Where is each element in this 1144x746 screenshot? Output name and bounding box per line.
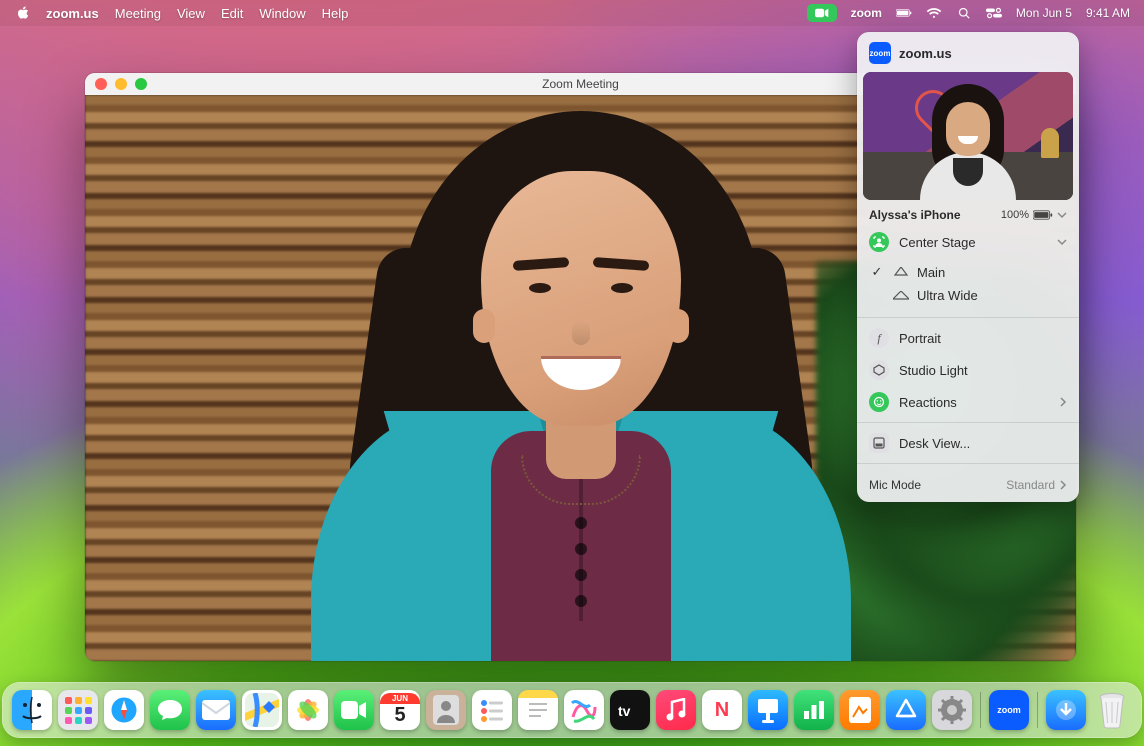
calendar-month-label: JUN bbox=[380, 693, 420, 704]
camera-option-main[interactable]: ✓ Main bbox=[869, 260, 1079, 284]
dock-photos[interactable] bbox=[288, 690, 328, 730]
desk-view-label: Desk View... bbox=[899, 436, 970, 451]
aperture-icon: f bbox=[869, 328, 889, 348]
camera-preview bbox=[863, 72, 1073, 200]
menu-view[interactable]: View bbox=[177, 6, 205, 21]
dock-notes[interactable] bbox=[518, 690, 558, 730]
main-participant-video bbox=[321, 101, 841, 661]
dock: JUN5 tv N zoom bbox=[2, 682, 1142, 738]
dock-facetime[interactable] bbox=[334, 690, 374, 730]
dock-separator bbox=[1037, 692, 1038, 728]
studio-light-icon bbox=[869, 360, 889, 380]
desk-view-icon bbox=[869, 433, 889, 453]
dock-trash[interactable] bbox=[1092, 690, 1132, 730]
dock-messages[interactable] bbox=[150, 690, 190, 730]
portrait-label: Portrait bbox=[899, 331, 941, 346]
reactions-icon bbox=[869, 392, 889, 412]
camera-status-pill[interactable] bbox=[807, 4, 837, 22]
portrait-row[interactable]: f Portrait bbox=[857, 322, 1079, 354]
dock-tv[interactable]: tv bbox=[610, 690, 650, 730]
chevron-down-icon bbox=[1057, 210, 1067, 220]
device-battery: 100% bbox=[1001, 209, 1029, 221]
chevron-right-icon bbox=[1059, 395, 1067, 410]
dock-downloads[interactable] bbox=[1046, 690, 1086, 730]
control-center-icon[interactable] bbox=[986, 7, 1002, 19]
device-row[interactable]: Alyssa's iPhone 100% bbox=[857, 200, 1079, 226]
dock-pages[interactable] bbox=[840, 690, 880, 730]
dock-contacts[interactable] bbox=[426, 690, 466, 730]
menu-window[interactable]: Window bbox=[259, 6, 305, 21]
camera-option-main-label: Main bbox=[917, 265, 945, 280]
dock-mail[interactable] bbox=[196, 690, 236, 730]
studio-light-row[interactable]: Studio Light bbox=[857, 354, 1079, 386]
dock-launchpad[interactable] bbox=[58, 690, 98, 730]
chevron-down-icon bbox=[1057, 235, 1067, 250]
menubar: zoom.us Meeting View Edit Window Help zo… bbox=[0, 0, 1144, 26]
dock-numbers[interactable] bbox=[794, 690, 834, 730]
dock-finder[interactable] bbox=[12, 690, 52, 730]
mic-mode-label: Mic Mode bbox=[869, 478, 921, 492]
camera-icon bbox=[815, 8, 829, 18]
apple-menu[interactable] bbox=[16, 6, 30, 20]
menubar-date[interactable]: Mon Jun 5 bbox=[1016, 6, 1072, 20]
device-name: Alyssa's iPhone bbox=[869, 208, 961, 222]
camera-option-ultrawide[interactable]: Ultra Wide bbox=[869, 284, 1079, 307]
app-name-menu[interactable]: zoom.us bbox=[46, 6, 99, 21]
center-stage-submenu: ✓ Main Ultra Wide bbox=[857, 258, 1079, 313]
center-stage-row[interactable]: Center Stage bbox=[857, 226, 1079, 258]
center-stage-label: Center Stage bbox=[899, 235, 976, 250]
popover-app-name: zoom.us bbox=[899, 46, 952, 61]
battery-status-icon[interactable] bbox=[896, 7, 912, 19]
dock-appstore[interactable] bbox=[886, 690, 926, 730]
window-minimize-button[interactable] bbox=[115, 78, 127, 90]
window-title: Zoom Meeting bbox=[542, 77, 619, 91]
camera-option-ultrawide-label: Ultra Wide bbox=[917, 288, 978, 303]
video-effects-popover: zoom zoom.us Alyssa's iPhone 100% bbox=[857, 32, 1079, 502]
desk-view-row[interactable]: Desk View... bbox=[857, 427, 1079, 459]
reactions-label: Reactions bbox=[899, 395, 957, 410]
mic-mode-value: Standard bbox=[1006, 478, 1055, 492]
status-app-label: zoom bbox=[851, 6, 882, 20]
lens-wide-icon bbox=[893, 291, 909, 301]
zoom-label: zoom bbox=[997, 705, 1021, 715]
dock-reminders[interactable] bbox=[472, 690, 512, 730]
menu-edit[interactable]: Edit bbox=[221, 6, 243, 21]
dock-maps[interactable] bbox=[242, 690, 282, 730]
svg-text:tv: tv bbox=[618, 703, 631, 719]
popover-header: zoom zoom.us bbox=[857, 32, 1079, 72]
menu-help[interactable]: Help bbox=[322, 6, 349, 21]
window-close-button[interactable] bbox=[95, 78, 107, 90]
dock-separator bbox=[980, 692, 981, 728]
checkmark-icon: ✓ bbox=[869, 264, 885, 280]
news-glyph: N bbox=[715, 699, 729, 722]
reactions-row[interactable]: Reactions bbox=[857, 386, 1079, 418]
zoom-app-icon: zoom bbox=[869, 42, 891, 64]
calendar-day-label: 5 bbox=[394, 704, 405, 727]
dock-safari[interactable] bbox=[104, 690, 144, 730]
center-stage-icon bbox=[869, 232, 889, 252]
dock-freeform[interactable] bbox=[564, 690, 604, 730]
dock-music[interactable] bbox=[656, 690, 696, 730]
dock-zoom[interactable]: zoom bbox=[989, 690, 1029, 730]
menu-meeting[interactable]: Meeting bbox=[115, 6, 161, 21]
chevron-right-icon bbox=[1059, 480, 1067, 490]
dock-keynote[interactable] bbox=[748, 690, 788, 730]
dock-calendar[interactable]: JUN5 bbox=[380, 690, 420, 730]
spotlight-icon[interactable] bbox=[956, 7, 972, 19]
window-fullscreen-button[interactable] bbox=[135, 78, 147, 90]
mic-mode-row[interactable]: Mic Mode Standard bbox=[857, 468, 1079, 502]
menubar-time[interactable]: 9:41 AM bbox=[1086, 6, 1130, 20]
battery-icon bbox=[1033, 210, 1053, 220]
dock-news[interactable]: N bbox=[702, 690, 742, 730]
wifi-status-icon[interactable] bbox=[926, 7, 942, 19]
studio-light-label: Studio Light bbox=[899, 363, 968, 378]
lens-icon bbox=[893, 267, 909, 277]
dock-settings[interactable] bbox=[932, 690, 972, 730]
